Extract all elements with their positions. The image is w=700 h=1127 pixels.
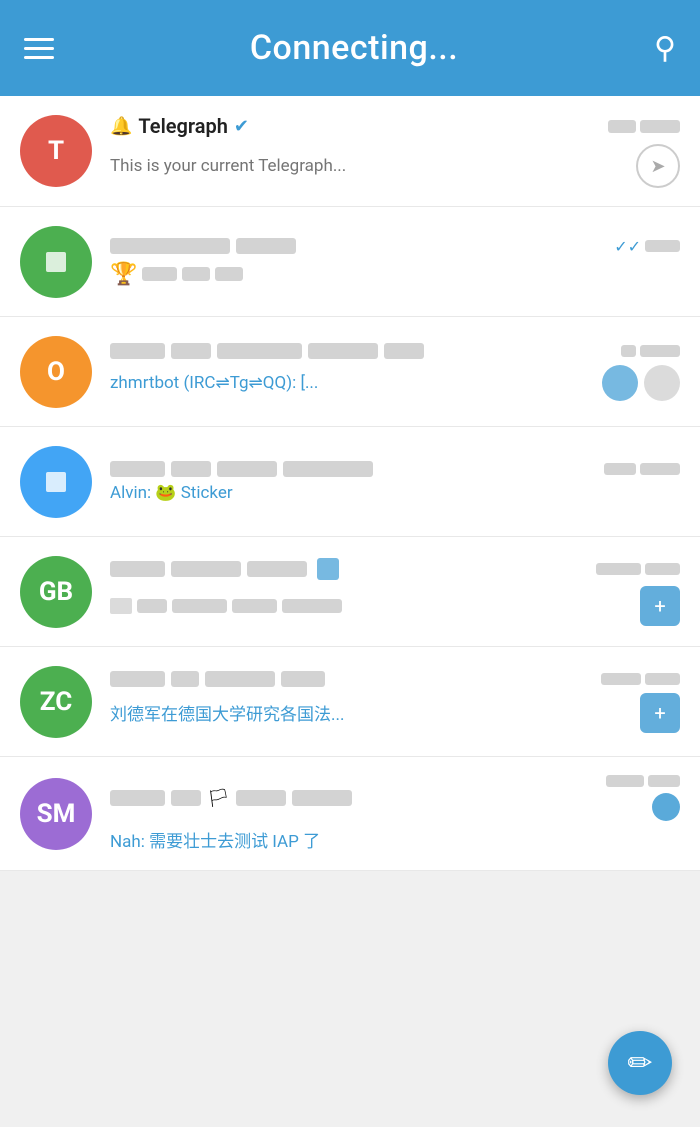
chat-top bbox=[110, 558, 680, 580]
chat-content: 刘德军在德国大学研究各国法... + bbox=[110, 671, 680, 733]
chat-bottom: + bbox=[110, 586, 680, 626]
chat-preview: 刘德军在德国大学研究各国法... bbox=[110, 700, 344, 725]
chat-bottom: This is your current Telegraph... ➤ bbox=[110, 144, 680, 188]
chat-item-3[interactable]: O bbox=[0, 317, 700, 427]
chat-meta-right bbox=[608, 120, 680, 133]
chat-meta-right bbox=[606, 775, 680, 821]
chat-preview: This is your current Telegraph... bbox=[110, 156, 346, 176]
chat-content: Alvin: 🐸 Sticker bbox=[110, 461, 680, 503]
chat-preview: Alvin: 🐸 Sticker bbox=[110, 483, 233, 503]
chat-name-row bbox=[110, 343, 613, 359]
chat-meta-right: ✓✓ bbox=[614, 237, 680, 256]
avatar: ZC bbox=[20, 666, 92, 738]
chat-list: T 🔔 Telegraph ✔ bbox=[0, 96, 700, 871]
topbar-title: Connecting... bbox=[250, 28, 458, 68]
mute-icon: 🔔 bbox=[110, 116, 132, 137]
chat-item-4[interactable]: Alvin: 🐸 Sticker bbox=[0, 427, 700, 537]
chat-meta-right bbox=[621, 345, 680, 357]
chat-meta-right bbox=[596, 563, 680, 575]
chat-item-6[interactable]: ZC 刘 bbox=[0, 647, 700, 757]
avatar bbox=[20, 446, 92, 518]
chat-top bbox=[110, 671, 680, 687]
chat-top: ✓✓ bbox=[110, 237, 680, 256]
chat-bottom: 🏆 bbox=[110, 262, 680, 287]
chat-name-row bbox=[110, 558, 588, 580]
chat-preview: zhmrtbot (IRC⇌Tg⇌QQ): [... bbox=[110, 373, 318, 393]
search-button[interactable]: ⚲ bbox=[654, 31, 676, 66]
chat-name-row: 🔔 Telegraph ✔ bbox=[110, 114, 600, 138]
chat-item-7[interactable]: SM 🏳 bbox=[0, 757, 700, 871]
chat-bottom: zhmrtbot (IRC⇌Tg⇌QQ): [... bbox=[110, 365, 680, 401]
avatar bbox=[20, 226, 92, 298]
chat-item-telegraph[interactable]: T 🔔 Telegraph ✔ bbox=[0, 96, 700, 207]
chat-name: Telegraph bbox=[138, 114, 228, 138]
chat-item-2[interactable]: ✓✓ 🏆 bbox=[0, 207, 700, 317]
chat-meta-right bbox=[604, 463, 680, 475]
compose-icon: ✏ bbox=[627, 1046, 652, 1081]
chat-content: ✓✓ 🏆 bbox=[110, 237, 680, 287]
chat-content: zhmrtbot (IRC⇌Tg⇌QQ): [... bbox=[110, 343, 680, 401]
chat-bottom: Alvin: 🐸 Sticker bbox=[110, 483, 680, 503]
chat-top: 🔔 Telegraph ✔ bbox=[110, 114, 680, 138]
forward-button[interactable]: ➤ bbox=[636, 144, 680, 188]
chat-top: 🏳 bbox=[110, 775, 680, 821]
topbar: Connecting... ⚲ bbox=[0, 0, 700, 96]
avatar: SM bbox=[20, 778, 92, 850]
chat-preview: Nah: 需要壮士去测试 IAP 了 bbox=[110, 827, 320, 852]
avatar: O bbox=[20, 336, 92, 408]
avatar: T bbox=[20, 115, 92, 187]
chat-bottom: Nah: 需要壮士去测试 IAP 了 bbox=[110, 827, 680, 852]
chat-top bbox=[110, 461, 680, 477]
chat-content: 🔔 Telegraph ✔ This is your current Teleg… bbox=[110, 114, 680, 188]
app-container: Connecting... ⚲ T 🔔 Telegraph ✔ bbox=[0, 0, 700, 1127]
chat-content: 🏳 Nah: 需要壮士去测试 IAP 了 bbox=[110, 775, 680, 852]
chat-content: + bbox=[110, 558, 680, 626]
chat-name-row: 🏳 bbox=[110, 788, 598, 809]
chat-meta-right bbox=[601, 673, 680, 685]
menu-button[interactable] bbox=[24, 38, 54, 59]
verified-icon: ✔ bbox=[234, 116, 249, 137]
chat-name-row bbox=[110, 671, 593, 687]
chat-top bbox=[110, 343, 680, 359]
compose-fab[interactable]: ✏ bbox=[608, 1031, 672, 1095]
chat-name-row bbox=[110, 461, 596, 477]
chat-name-row bbox=[110, 238, 606, 254]
avatar: GB bbox=[20, 556, 92, 628]
chat-item-5[interactable]: GB bbox=[0, 537, 700, 647]
chat-bottom: 刘德军在德国大学研究各国法... + bbox=[110, 693, 680, 733]
